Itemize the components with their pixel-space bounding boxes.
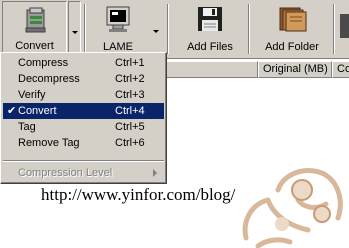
checkmark-icon: ✔ [7, 105, 17, 117]
monitor-icon [105, 5, 131, 38]
column-header-blank[interactable] [160, 61, 258, 78]
chevron-down-icon [153, 30, 159, 33]
toolbar: Convert LAME Add Files Add Folder [0, 0, 349, 59]
add-files-button[interactable]: Add Files [176, 1, 244, 56]
menu-item-verify[interactable]: Verify Ctrl+3 [3, 87, 164, 103]
column-header-original[interactable]: Original (MB) [258, 61, 332, 78]
toolbar-separator [167, 4, 169, 54]
convert-dropdown-menu: Compress Ctrl+1 Decompress Ctrl+2 Verify… [0, 52, 167, 184]
add-folder-label: Add Folder [265, 41, 319, 53]
submenu-arrow-icon [153, 169, 157, 177]
toolbar-separator [333, 4, 335, 54]
monkey-illustration [242, 168, 343, 248]
toolbar-separator [248, 4, 250, 54]
floppy-disk-icon [196, 5, 224, 38]
menu-item-compress[interactable]: Compress Ctrl+1 [3, 55, 164, 71]
lame-button[interactable]: LAME [89, 1, 147, 56]
convert-dropdown-arrow[interactable] [68, 1, 81, 56]
lame-dropdown-arrow[interactable] [150, 1, 163, 56]
add-files-label: Add Files [187, 41, 233, 53]
menu-separator [3, 160, 164, 162]
convert-icon [24, 6, 48, 39]
chevron-down-icon [72, 31, 78, 34]
add-folder-button[interactable]: Add Folder [256, 1, 328, 56]
menu-item-convert[interactable]: ✔ Convert Ctrl+4 [3, 103, 164, 119]
toolbar-separator [84, 4, 86, 54]
folder-icon [276, 5, 308, 38]
column-header-next[interactable]: Co [332, 61, 349, 78]
convert-label: Convert [15, 40, 54, 52]
menu-item-compression-level: Compression Level [3, 165, 164, 181]
watermark-url-text: http://www.yinfor.com/blog/ [41, 185, 236, 204]
menu-item-tag[interactable]: Tag Ctrl+5 [3, 119, 164, 135]
convert-button[interactable]: Convert [2, 1, 67, 56]
toolbar-overflow [340, 14, 349, 38]
menu-item-decompress[interactable]: Decompress Ctrl+2 [3, 71, 164, 87]
menu-item-remove-tag[interactable]: Remove Tag Ctrl+6 [3, 135, 164, 151]
